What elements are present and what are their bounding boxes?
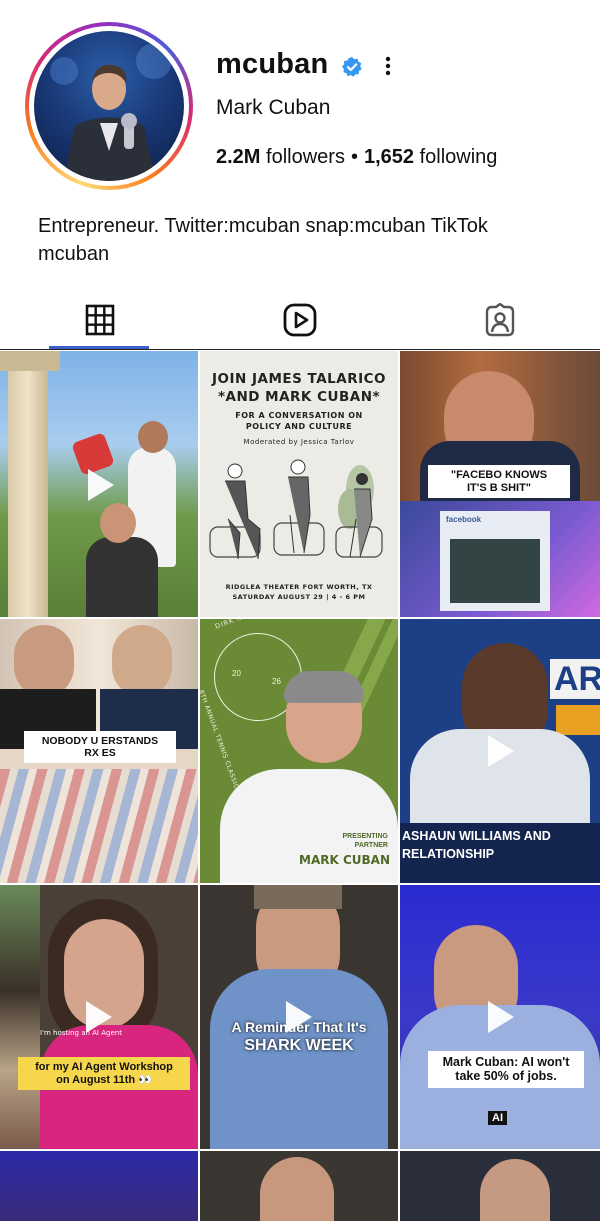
followers-link[interactable]: 2.2M followers xyxy=(216,146,345,168)
post-caption: Mark Cuban: AI won't take 50% of jobs. xyxy=(428,1051,584,1088)
tab-reels[interactable] xyxy=(200,290,400,350)
presenter-name: MARK CUBAN xyxy=(299,853,390,867)
verified-badge-icon xyxy=(342,57,362,77)
following-label: following xyxy=(419,146,498,168)
post-caption: NOBODY U ERSTANDS RX ES xyxy=(24,731,176,764)
profile-stats: 2.2M followers • 1,652 following xyxy=(216,146,497,169)
tile-image xyxy=(8,351,48,617)
reel-play-icon xyxy=(488,1001,514,1033)
event-title-line2: *AND MARK CUBAN* xyxy=(217,389,381,405)
post-tile[interactable]: "FACEBO KNOWS IT'S B SHIT" facebook xyxy=(400,351,600,617)
separator-dot: • xyxy=(350,146,358,168)
event-moderator: Moderated by Jessica Tarlov xyxy=(243,438,355,446)
post-tile[interactable]: I'm hosting an AI Agent for my AI Agent … xyxy=(0,885,198,1149)
reel-play-icon xyxy=(88,469,114,501)
post-tile[interactable]: AR ASHAUN WILLIAMS AND RELATIONSHIP xyxy=(400,619,600,883)
reels-play-icon xyxy=(283,303,317,337)
tab-posts[interactable] xyxy=(0,290,200,350)
post-tile[interactable] xyxy=(0,1151,198,1221)
post-tile[interactable] xyxy=(200,1151,398,1221)
post-tile[interactable]: JOIN JAMES TALARICO *AND MARK CUBAN* FOR… xyxy=(200,351,398,617)
event-sub-line2: POLICY AND CULTURE xyxy=(245,422,353,431)
followers-label: followers xyxy=(266,146,345,168)
more-options-icon[interactable] xyxy=(378,54,398,78)
reel-play-icon xyxy=(286,1001,312,1033)
bio: Entrepreneur. Twitter:mcuban snap:mcuban… xyxy=(38,215,488,265)
event-sub-line1: FOR A CONVERSATION ON xyxy=(235,411,363,420)
tab-tagged[interactable] xyxy=(400,290,600,350)
profile-tabs xyxy=(0,290,600,350)
year-left: 20 xyxy=(232,669,241,678)
post-tile[interactable]: NOBODY U ERSTANDS RX ES xyxy=(0,619,198,883)
banner-line-1: ASHAUN WILLIAMS AND xyxy=(402,829,551,843)
full-name: Mark Cuban xyxy=(216,96,331,119)
event-date: SATURDAY AUGUST 29 | 4 - 6 PM xyxy=(232,593,366,601)
year-right: 26 xyxy=(272,677,281,686)
avatar[interactable] xyxy=(34,31,184,181)
reel-tag: AI xyxy=(488,1111,507,1125)
post-tile[interactable] xyxy=(400,1151,600,1221)
banner-line-2: RELATIONSHIP xyxy=(402,847,495,861)
tagged-person-icon xyxy=(485,303,515,337)
event-venue: RIDGLEA THEATER FORT WORTH, TX xyxy=(225,583,373,591)
presenting-label-2: PARTNER xyxy=(354,842,388,849)
post-caption: for my AI Agent Workshop on August 11th … xyxy=(18,1057,190,1091)
foundation-arc-text: DIRK NOWITZKI FOUNDATION xyxy=(214,619,329,631)
post-caption: "FACEBO KNOWS IT'S B SHIT" xyxy=(428,465,570,499)
grid-icon xyxy=(85,304,115,336)
following-count: 1,652 xyxy=(363,146,415,168)
reel-overlay-line2: SHARK WEEK xyxy=(244,1037,354,1054)
presenting-label-1: PRESENTING xyxy=(342,833,388,840)
reel-play-icon xyxy=(488,735,514,767)
avatar-story-ring[interactable] xyxy=(25,22,193,190)
post-tile[interactable] xyxy=(0,351,198,617)
post-tile[interactable]: DIRK NOWITZKI FOUNDATION 20 26 8TH ANNUA… xyxy=(200,619,398,883)
post-tile[interactable]: A Reminder That It's SHARK WEEK xyxy=(200,885,398,1149)
reel-play-icon xyxy=(86,1001,112,1033)
profile-header: mcuban Mark Cuban 2.2M followers • 1,652 f… xyxy=(0,0,600,290)
followers-count: 2.2M xyxy=(216,146,261,168)
post-tile[interactable]: Mark Cuban: AI won't take 50% of jobs. A… xyxy=(400,885,600,1149)
following-link[interactable]: 1,652 following xyxy=(364,146,497,168)
event-illustration xyxy=(209,459,383,560)
tabs-divider xyxy=(0,349,600,350)
screen-label: facebook xyxy=(446,515,482,524)
username: mcuban xyxy=(216,48,329,80)
event-title-line1: JOIN JAMES TALARICO xyxy=(211,371,387,387)
